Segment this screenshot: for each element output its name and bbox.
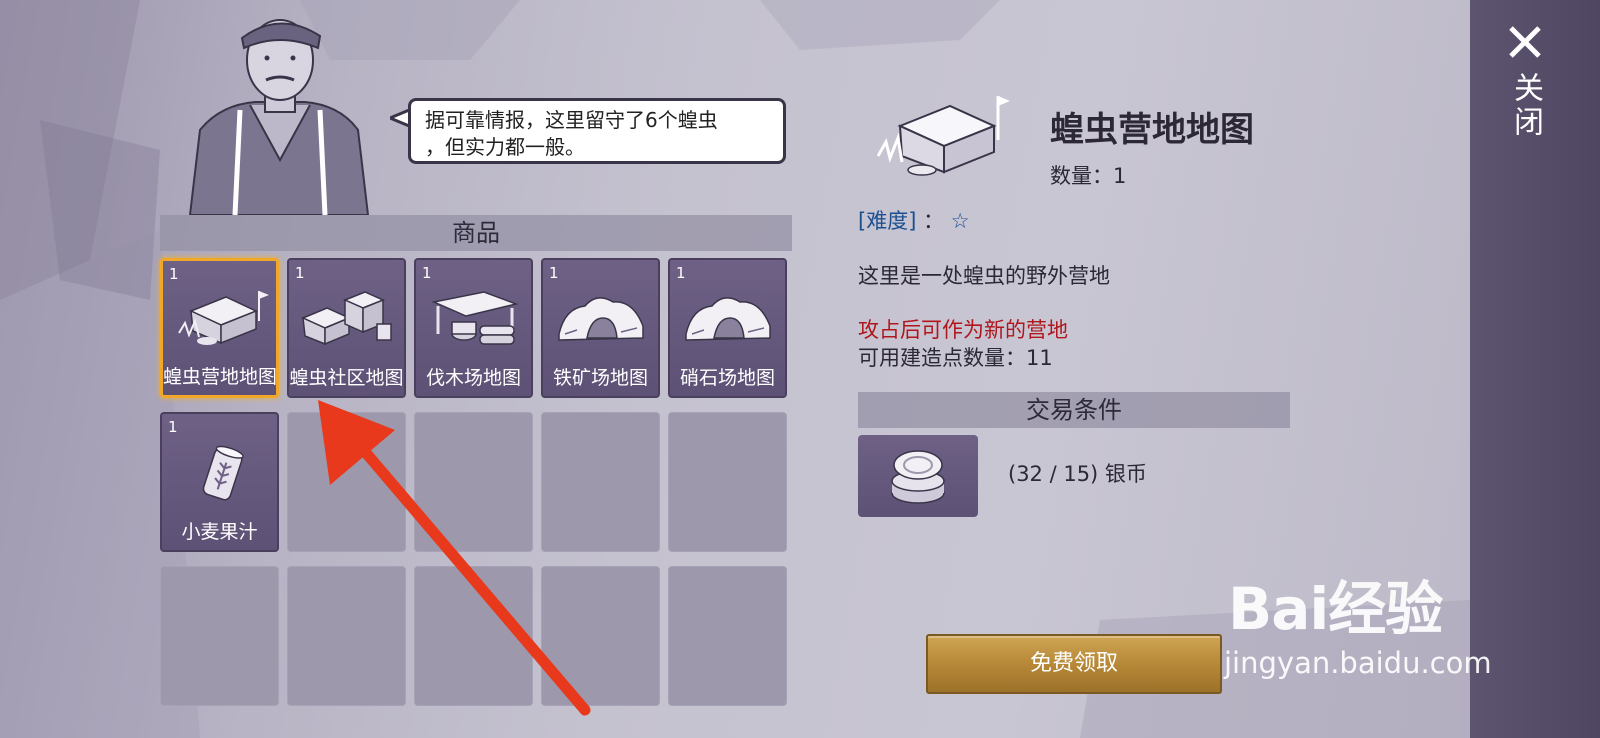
shop-slot-empty: [160, 566, 279, 706]
saltpeter-map-icon: [685, 297, 771, 341]
shop-item-wheat-juice[interactable]: 1 小麦果汁: [160, 412, 279, 552]
npc-portrait: [188, 19, 370, 215]
difficulty-separator: ：: [923, 209, 945, 233]
shop-item-camp-map[interactable]: 1 蝗虫营地地图: [160, 258, 279, 398]
claim-free-button[interactable]: 免费领取: [926, 634, 1222, 694]
community-map-icon: [301, 291, 392, 346]
silver-coin-slot: [858, 435, 978, 517]
quantity-value: 1: [1113, 164, 1127, 188]
shop-item-community-map[interactable]: 1 蝗虫社区地图: [287, 258, 406, 398]
close-button[interactable]: 关闭: [1490, 22, 1560, 162]
npc-speech-bubble: 据可靠情报，这里留守了6个蝗虫 ，但实力都一般。: [408, 98, 786, 164]
shop-item-saltpeter-map[interactable]: 1 硝石场地图: [668, 258, 787, 398]
capture-note: 攻占后可作为新的营地: [858, 318, 1068, 342]
trade-cost: (32 / 15) 银币: [1008, 462, 1147, 486]
item-name: 伐木场地图: [425, 367, 521, 389]
item-quantity: 1: [295, 264, 305, 282]
difficulty-star-icon: ☆: [950, 209, 970, 233]
difficulty-row: [难度] ： ☆: [858, 205, 970, 235]
silver-coin-icon: [891, 450, 945, 504]
trade-conditions-header: 交易条件: [858, 392, 1290, 428]
item-name: 蝗虫营地地图: [163, 366, 276, 388]
tutorial-arrow: [318, 400, 591, 716]
shop-slot-empty: [668, 566, 787, 706]
shop-section-header: 商品: [160, 215, 792, 251]
baidu-jingyan-logo: Bai经验: [1228, 575, 1443, 643]
item-quantity: 1: [169, 265, 179, 283]
item-name: 蝗虫社区地图: [289, 367, 404, 389]
build-points-row: 可用建造点数量：11: [858, 342, 1053, 372]
item-name: 小麦果汁: [181, 521, 258, 543]
baidu-watermark: Bai经验 jingyan.baidu.com: [1224, 562, 1492, 680]
iron-mine-map-icon: [558, 297, 644, 341]
detail-camp-map-icon: [876, 96, 1010, 176]
lumberyard-map-icon: [431, 291, 519, 345]
quantity-label: 数量：: [1050, 164, 1113, 188]
close-icon: [1509, 26, 1541, 58]
dialogue-line-2: ，但实力都一般。: [425, 135, 585, 159]
item-name: 铁矿场地图: [552, 367, 648, 389]
build-points-value: 11: [1026, 346, 1053, 370]
watermark-url: jingyan.baidu.com: [1224, 646, 1492, 680]
item-quantity: 1: [168, 418, 178, 436]
shop-item-lumberyard-map[interactable]: 1 伐木场地图: [414, 258, 533, 398]
camp-map-icon: [178, 291, 269, 345]
shop-slot-empty: [668, 412, 787, 552]
item-title: 蝗虫营地地图: [1050, 110, 1254, 150]
shop-item-iron-mine-map[interactable]: 1 铁矿场地图: [541, 258, 660, 398]
difficulty-label: [难度]: [858, 209, 917, 233]
item-description: 这里是一处蝗虫的野外营地: [858, 264, 1110, 288]
close-label: 关闭: [1508, 72, 1543, 140]
build-points-label: 可用建造点数量：: [858, 346, 1026, 370]
item-quantity: 1: [549, 264, 559, 282]
item-quantity-row: 数量：1: [1050, 160, 1126, 190]
wheat-juice-can-icon: [202, 445, 244, 501]
item-quantity: 1: [422, 264, 432, 282]
item-quantity: 1: [676, 264, 686, 282]
item-name: 硝石场地图: [679, 367, 775, 389]
dialogue-line-1: 据可靠情报，这里留守了6个蝗虫: [425, 108, 718, 132]
